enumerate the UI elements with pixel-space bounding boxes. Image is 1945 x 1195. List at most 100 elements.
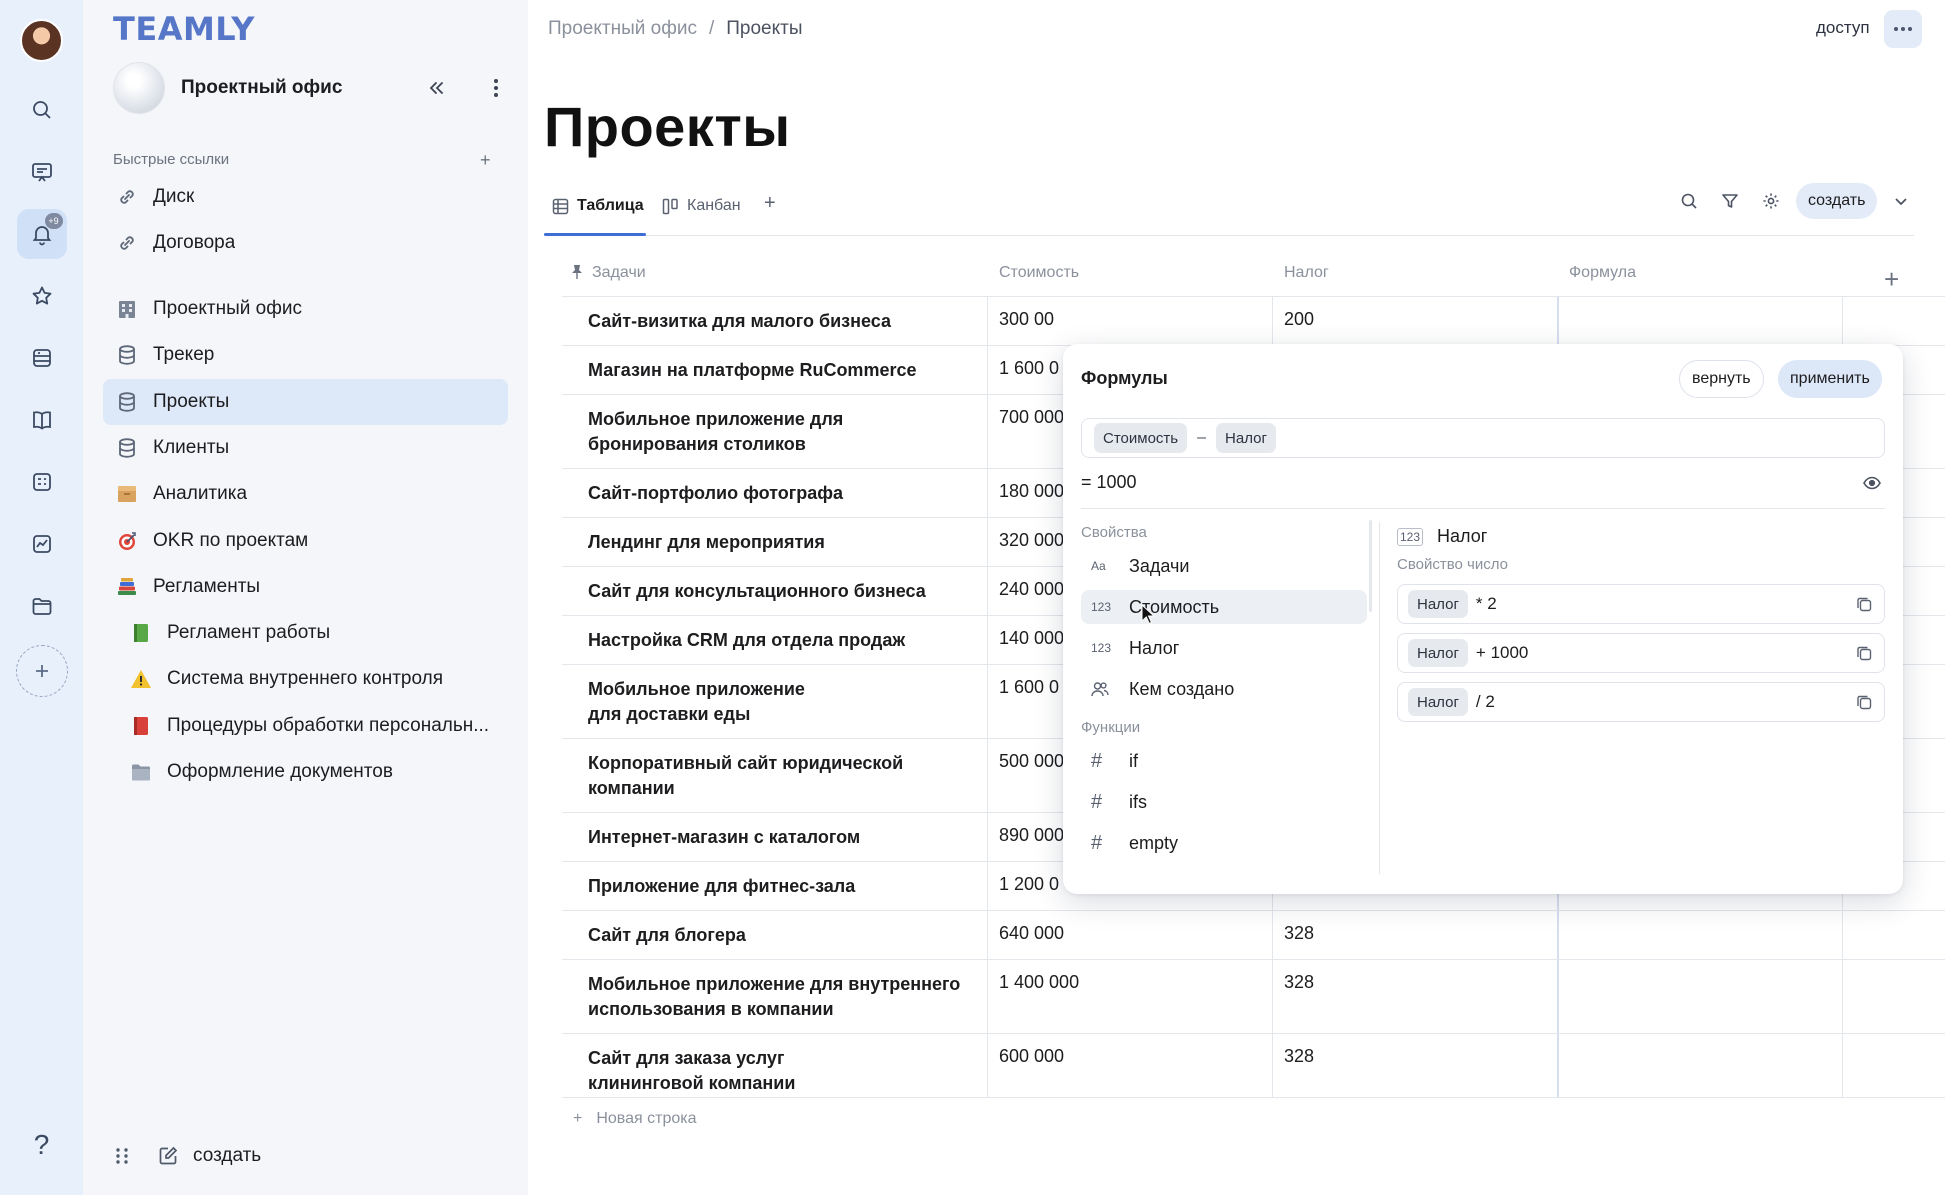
filter-icon[interactable] — [1721, 192, 1739, 210]
rail-analytics-button[interactable] — [17, 519, 67, 569]
cell-formula[interactable] — [1557, 1034, 1842, 1097]
sidebar-item-okr[interactable]: OKR по проектам — [103, 518, 508, 564]
chevron-down-icon[interactable] — [1893, 193, 1909, 209]
sidebar-item-tracker[interactable]: Трекер — [103, 332, 508, 378]
access-button[interactable]: доступ — [1816, 18, 1870, 38]
cell-cost[interactable]: 300 00 — [987, 297, 1272, 345]
formula-example[interactable]: Налог * 2 — [1397, 584, 1885, 624]
quick-links-add-icon[interactable]: + — [480, 150, 491, 171]
help-button[interactable]: ? — [17, 1125, 67, 1165]
column-header-tax[interactable]: Налог — [1284, 264, 1329, 282]
formula-input[interactable]: Стоимость – Налог — [1081, 418, 1885, 458]
copy-icon[interactable] — [1856, 694, 1872, 710]
user-avatar[interactable] — [20, 19, 63, 62]
formula-chip-cost[interactable]: Стоимость — [1094, 423, 1188, 453]
function-item-if[interactable]: # if — [1081, 744, 1367, 778]
list-scrollbar[interactable] — [1369, 520, 1372, 612]
sidebar-create-button[interactable]: создать — [193, 1145, 261, 1167]
cell-tax[interactable]: 328 — [1272, 1034, 1557, 1097]
sidebar-item-analytics[interactable]: Аналитика — [103, 471, 508, 517]
cell-formula[interactable] — [1557, 297, 1842, 345]
sidebar-item-work-regulation[interactable]: Регламент работы — [117, 610, 508, 656]
sidebar-item-regulations[interactable]: Регламенты — [103, 564, 508, 610]
sidebar-item-projects[interactable]: Проекты — [103, 379, 508, 425]
cell-cost[interactable]: 1 400 000 — [987, 960, 1272, 1033]
rail-presentation-button[interactable] — [17, 147, 67, 197]
add-view-button[interactable]: + — [764, 192, 776, 215]
rail-add-button[interactable] — [15, 645, 68, 697]
cell-task[interactable]: Мобильное приложение для внутреннего исп… — [562, 960, 982, 1033]
cell-task[interactable]: Сайт для заказа услуг клининговой компан… — [562, 1034, 902, 1097]
cell-task[interactable]: Сайт-портфолио фотографа — [562, 469, 987, 517]
cell-tax[interactable]: 200 — [1272, 297, 1557, 345]
cell-formula[interactable] — [1557, 960, 1842, 1033]
cell-task[interactable]: Мобильное приложение для доставки еды — [562, 665, 842, 738]
revert-button[interactable]: вернуть — [1679, 360, 1764, 398]
table-row[interactable]: Мобильное приложение для внутреннего исп… — [562, 959, 1945, 1033]
create-record-button[interactable]: создать — [1796, 183, 1878, 219]
sidebar-item-internal-control[interactable]: Система внутреннего контроля — [117, 656, 508, 702]
tab-kanban[interactable]: Канбан — [662, 188, 741, 224]
column-header-tasks[interactable]: Задачи — [592, 264, 646, 282]
cell-cost[interactable]: 640 000 — [987, 911, 1272, 959]
rail-storage-button[interactable] — [17, 333, 67, 383]
quick-link-contracts[interactable]: Договора — [103, 220, 508, 266]
cell-cost[interactable]: 600 000 — [987, 1034, 1272, 1097]
sidebar-item-documents[interactable]: Оформление документов — [117, 749, 508, 795]
settings-gear-icon[interactable] — [1762, 192, 1780, 210]
workspace-header[interactable]: Проектный офис — [113, 62, 503, 114]
cell-tax[interactable]: 328 — [1272, 960, 1557, 1033]
formula-example[interactable]: Налог / 2 — [1397, 682, 1885, 722]
tab-table[interactable]: Таблица — [552, 188, 644, 224]
pin-icon[interactable] — [570, 264, 584, 280]
rail-search-button[interactable] — [17, 85, 67, 135]
sidebar-item-personal-data[interactable]: Процедуры обработки персональн... — [117, 703, 508, 749]
cell-task[interactable]: Интернет-магазин с каталогом — [562, 813, 987, 861]
collapse-sidebar-icon[interactable] — [423, 75, 449, 101]
function-item-empty[interactable]: # empty — [1081, 826, 1367, 860]
copy-icon[interactable] — [1856, 645, 1872, 661]
add-column-button[interactable]: + — [1884, 264, 1899, 295]
cell-task[interactable]: Лендинг для мероприятия — [562, 518, 987, 566]
table-row[interactable]: Сайт для блогера 640 000 328 — [562, 910, 1945, 959]
new-row-button[interactable]: + Новая строка — [573, 1110, 697, 1128]
cell-task[interactable]: Приложение для фитнес-зала — [562, 862, 987, 910]
property-item-cost[interactable]: 123 Стоимость — [1081, 590, 1367, 624]
cell-task[interactable]: Сайт для блогера — [562, 911, 987, 959]
grid-dots-icon[interactable] — [113, 1145, 131, 1167]
page-more-button[interactable] — [1884, 10, 1922, 48]
rail-files-button[interactable] — [17, 581, 67, 631]
sidebar-item-clients[interactable]: Клиенты — [103, 425, 508, 471]
table-row[interactable]: Сайт для заказа услуг клининговой компан… — [562, 1033, 1945, 1098]
property-item-tasks[interactable]: Aa Задачи — [1081, 549, 1367, 583]
cell-extra[interactable] — [1842, 297, 1945, 345]
sidebar-item-project-office[interactable]: Проектный офис — [103, 286, 508, 332]
formula-chip-tax[interactable]: Налог — [1216, 423, 1276, 453]
cell-formula[interactable] — [1557, 911, 1842, 959]
copy-icon[interactable] — [1856, 596, 1872, 612]
function-item-ifs[interactable]: # ifs — [1081, 785, 1367, 819]
breadcrumb-root[interactable]: Проектный офис — [548, 18, 697, 39]
rail-apps-button[interactable] — [17, 457, 67, 507]
property-item-tax[interactable]: 123 Налог — [1081, 631, 1367, 665]
cell-extra[interactable] — [1842, 911, 1945, 959]
cell-task[interactable]: Корпоративный сайт юридической компании — [562, 739, 942, 812]
quick-link-disk[interactable]: Диск — [103, 174, 508, 220]
app-logo[interactable]: TEAMLY — [113, 10, 255, 48]
table-search-icon[interactable] — [1680, 192, 1698, 210]
property-item-created-by[interactable]: Кем создано — [1081, 672, 1367, 706]
rail-knowledge-button[interactable] — [17, 395, 67, 445]
cell-task[interactable]: Настройка CRM для отдела продаж — [562, 616, 987, 664]
cell-extra[interactable] — [1842, 960, 1945, 1033]
eye-icon[interactable] — [1863, 476, 1881, 490]
workspace-more-icon[interactable] — [483, 75, 509, 101]
cell-task[interactable]: Сайт для консультационного бизнеса — [562, 567, 987, 615]
cell-task[interactable]: Мобильное приложение для бронирования ст… — [562, 395, 872, 468]
column-header-cost[interactable]: Стоимость — [999, 264, 1079, 282]
cell-task[interactable]: Магазин на платформе RuCommerce — [562, 346, 987, 394]
cell-extra[interactable] — [1842, 1034, 1945, 1097]
rail-favorites-button[interactable] — [17, 271, 67, 321]
cell-task[interactable]: Сайт-визитка для малого бизнеса — [562, 297, 987, 345]
table-row[interactable]: Сайт-визитка для малого бизнеса 300 00 2… — [562, 296, 1945, 345]
cell-tax[interactable]: 328 — [1272, 911, 1557, 959]
